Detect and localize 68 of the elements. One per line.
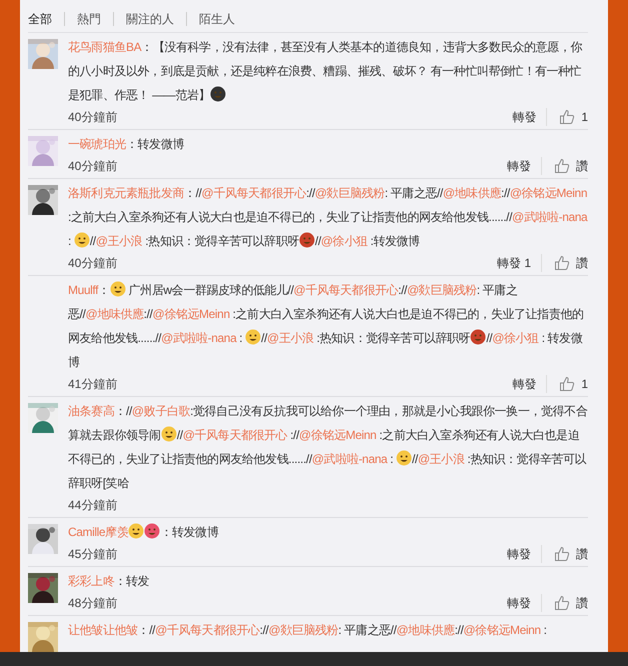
timestamp: 44分鐘前	[68, 497, 118, 514]
repost-link[interactable]: 轉發 1	[496, 254, 542, 272]
timestamp: 48分鐘前	[68, 595, 118, 612]
mention-link[interactable]: @败子白歌	[132, 404, 190, 418]
mention-link[interactable]: @徐铭远Meinn	[463, 623, 541, 637]
comment-text: Camille摩羡 ：转发微博	[68, 522, 220, 541]
mention-link[interactable]: @徐小狙	[492, 331, 539, 345]
like-count[interactable]: 1	[581, 108, 588, 126]
comment-text: Muulff： 广州居w会一群踢皮球的低能儿//@千风每天都很开心://@欻巨脑残粉: 平庸之恶//@地味供應://@徐铭远Meinn :之前大白入室杀狗还有人说大白也是迫不得已的，失业了让指责他的网友给他发钱......//@武啦啦-nana : //@王小浪 :热知识：觉得辛苦可以辞职呀 //@徐小狙 : 转发微博	[68, 280, 585, 371]
filter-tab[interactable]: 陌生人	[187, 12, 247, 26]
mention-link[interactable]: @武啦啦-nana	[312, 452, 388, 466]
username-link[interactable]: 花鸟雨猫鱼BA	[68, 40, 142, 54]
mention-link[interactable]: @地味供應	[85, 307, 144, 321]
mention-link[interactable]: @徐铭远Meinn	[510, 186, 588, 200]
comment-text: 洛斯利克元素瓶批发商：//@千风每天都很开心://@欻巨脑残粉: 平庸之恶//@地味供應://@徐铭远Meinn :之前大白入室杀狗还有人说大白也是迫不得已的，失业了让指责他的网友给他发钱......//@武啦啦-nana : //@王小浪 :热知识：觉得辛苦可以辞职呀 //@徐小狙 :转发微博	[68, 185, 588, 250]
thumbs-up-icon[interactable]	[554, 546, 570, 562]
mention-link[interactable]: @地味供應	[396, 623, 455, 637]
mention-link[interactable]: @千风每天都很开心	[182, 428, 288, 442]
repost-link[interactable]: 轉發	[512, 375, 548, 393]
timestamp: 40分鐘前	[68, 109, 118, 126]
username-link[interactable]: Muulff	[68, 283, 98, 297]
filter-tab[interactable]: 熱門	[65, 12, 114, 26]
thumbs-up-icon[interactable]	[559, 109, 576, 125]
thumbs-up-icon[interactable]	[554, 595, 570, 611]
mention-link[interactable]: @徐小狙	[320, 234, 368, 248]
mention-link[interactable]: @千风每天都很开心	[155, 623, 260, 637]
like-count[interactable]: 1	[581, 375, 588, 393]
like-count[interactable]: 讚	[576, 545, 588, 563]
thumbs-up-icon[interactable]	[554, 255, 570, 271]
mention-link[interactable]: @王小浪	[96, 234, 142, 248]
mention-link[interactable]: @欻巨脑残粉	[268, 623, 338, 637]
filter-tab[interactable]: 關注的人	[114, 12, 187, 26]
username-link[interactable]: 洛斯利克元素瓶批发商	[68, 186, 184, 200]
comment-text: 彩彩上咚：转发	[68, 573, 150, 590]
like-count[interactable]: 讚	[576, 157, 588, 175]
username-link[interactable]: Camille摩羡	[68, 525, 128, 539]
mention-link[interactable]: @武啦啦-nana	[161, 331, 236, 345]
mention-link[interactable]: @徐铭远Meinn	[152, 307, 230, 321]
filter-tab[interactable]: 全部	[28, 12, 65, 26]
repost-link[interactable]: 轉發	[507, 594, 542, 612]
thumbs-up-icon[interactable]	[559, 376, 576, 392]
repost-link[interactable]: 轉發	[512, 108, 548, 126]
like-count[interactable]: 讚	[576, 594, 588, 612]
mention-link[interactable]: @千风每天都很开心	[201, 186, 306, 200]
username-link[interactable]: 一碗琥珀光	[68, 137, 126, 151]
mention-link[interactable]: @徐铭远Meinn	[299, 428, 376, 442]
comment-text: 油条赛高：//@败子白歌:觉得自己没有反抗我可以给你一个理由，那就是小心我跟你一换一，觉得不合算就去跟你领导闹 //@千风每天都很开心 ://@徐铭远Meinn :之前大白入室杀狗还有人说大白也是迫不得已的，失业了让指责他的网友给他发钱......//@武啦啦-nana : //@王小浪 :热知识：觉得辛苦可以辞职呀[笑哈	[68, 403, 588, 492]
mention-link[interactable]: @王小浪	[267, 331, 314, 345]
like-count[interactable]: 讚	[576, 254, 588, 272]
timestamp: 40分鐘前	[68, 255, 118, 272]
mention-link[interactable]: @千风每天都很开心	[294, 283, 398, 297]
timestamp: 40分鐘前	[68, 158, 118, 175]
mention-link[interactable]: @欻巨脑残粉	[314, 186, 385, 200]
comment-text: 一碗琥珀光：转发微博	[68, 136, 186, 153]
repost-link[interactable]: 轉發	[507, 157, 542, 175]
mention-link[interactable]: @地味供應	[442, 186, 502, 200]
comment-text: 花鸟雨猫鱼BA：【没有科学，没有法律，甚至没有人类基本的道德良知，违背大多数民众的意愿，你的八小时及以外，到底是贡献，还是纯粹在浪费、糟蹋、摧残、破坏？ 有一种忙叫帮倒忙！有一种忙是犯罪、作恶！ ——范岩】	[68, 39, 584, 104]
thumbs-up-icon[interactable]	[554, 158, 570, 174]
mention-link[interactable]: @王小浪	[418, 452, 464, 466]
username-link[interactable]: 彩彩上咚	[68, 574, 114, 588]
username-link[interactable]: 油条赛高	[68, 404, 114, 418]
mention-link[interactable]: @武啦啦-nana	[512, 210, 588, 224]
timestamp: 45分鐘前	[68, 546, 118, 563]
repost-link[interactable]: 轉發	[507, 545, 542, 563]
username-link[interactable]: 让他皱让他皱	[68, 623, 138, 637]
timestamp: 41分鐘前	[68, 376, 118, 393]
comment-text: 让他皱让他皱：//@千风每天都很开心://@欻巨脑残粉: 平庸之恶//@地味供應://@徐铭远Meinn :	[68, 622, 548, 639]
mention-link[interactable]: @欻巨脑残粉	[406, 283, 477, 297]
